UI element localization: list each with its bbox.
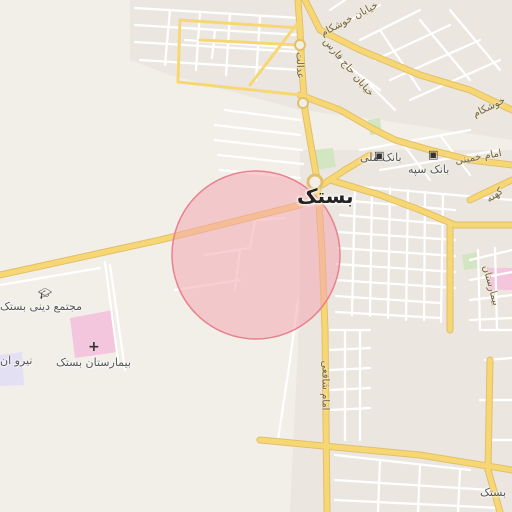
street-label-imam-shafei: امام شافعی [319,360,331,411]
hospital-cross-icon[interactable]: + [88,340,100,354]
niru-label[interactable]: نیرو ان [0,354,32,367]
city-label[interactable]: بستک [297,184,354,208]
hospital-label[interactable]: بیمارستان بستک [56,356,131,369]
bank-icon[interactable]: ▣ [428,149,438,160]
map-canvas[interactable] [0,0,512,512]
religious-complex-label[interactable]: مجتمع دینی بستک [0,300,82,313]
bastak-south-label[interactable]: بستک [480,486,506,499]
bank-icon-melli[interactable]: ▣ [374,150,384,161]
bank-sepah-label[interactable]: بانک سپه [408,163,449,176]
map-view[interactable]: بستک ▣ بانک ملی ▣ بانک سپه 🎓︎ مجتمع دینی… [0,0,512,512]
graduation-cap-icon[interactable]: 🎓︎ [38,288,52,299]
street-label-edalat: عدالت [293,51,306,80]
